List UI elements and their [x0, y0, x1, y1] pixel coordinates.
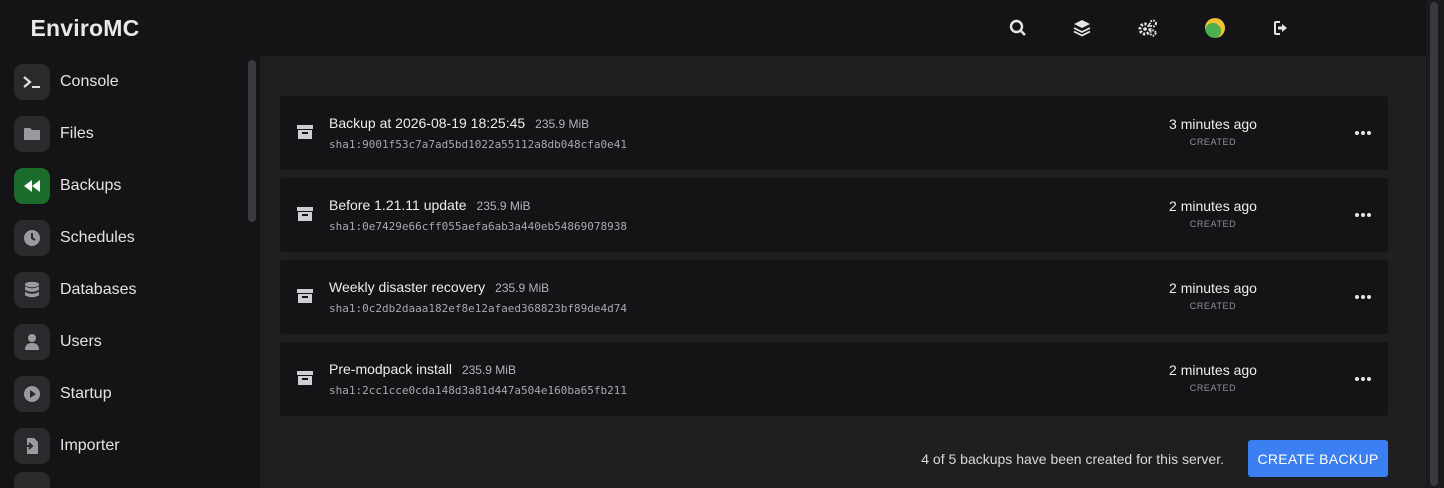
- sidebar-item-label: Schedules: [60, 229, 135, 246]
- backup-time: 2 minutes ago: [1169, 362, 1257, 378]
- sidebar-scrollbar[interactable]: [248, 60, 256, 222]
- app-title[interactable]: EnviroMC: [0, 0, 366, 56]
- backup-hash: sha1:9001f53c7a7ad5bd1022a55112a8db048cf…: [329, 138, 628, 151]
- user-icon: [14, 324, 50, 360]
- backup-created: 2 minutes ago CREATED: [1153, 362, 1273, 393]
- more-options-icon[interactable]: [1354, 370, 1372, 388]
- backup-time: 3 minutes ago: [1169, 116, 1257, 132]
- sidebar-item-schedules[interactable]: Schedules: [14, 212, 244, 264]
- create-backup-button[interactable]: CREATE BACKUP: [1248, 440, 1388, 477]
- search-icon[interactable]: [1007, 17, 1029, 39]
- backup-size: 235.9 MiB: [495, 281, 550, 295]
- sidebar-item-files[interactable]: Files: [14, 108, 244, 160]
- backup-name: Pre-modpack install 235.9 MiB: [329, 361, 516, 377]
- sidebar-item-icon: [14, 472, 50, 488]
- backup-hash: sha1:2cc1cce0cda148d3a81d447a504e160ba65…: [329, 384, 628, 397]
- backup-created: 2 minutes ago CREATED: [1153, 280, 1273, 311]
- sidebar-item-users[interactable]: Users: [14, 316, 244, 368]
- backup-size: 235.9 MiB: [535, 117, 590, 131]
- play-icon: [14, 376, 50, 412]
- backup-created: 3 minutes ago CREATED: [1153, 116, 1273, 147]
- gears-icon[interactable]: [1137, 17, 1159, 39]
- backup-hash: sha1:0e7429e66cff055aefa6ab3a440eb548690…: [329, 220, 628, 233]
- backup-name: Weekly disaster recovery 235.9 MiB: [329, 279, 550, 295]
- archive-icon: [296, 205, 314, 223]
- sidebar-nav: Console Files Backups Schedules Database…: [14, 56, 244, 488]
- backup-created: 2 minutes ago CREATED: [1153, 198, 1273, 229]
- backup-time: 2 minutes ago: [1169, 198, 1257, 214]
- backup-name: Backup at 2026-08-19 18:25:45 235.9 MiB: [329, 115, 590, 131]
- sidebar-item-label: Console: [60, 73, 119, 90]
- backup-status: CREATED: [1189, 137, 1237, 147]
- terminal-icon: [14, 64, 50, 100]
- sidebar-item-databases[interactable]: Databases: [14, 264, 244, 316]
- sidebar-item-label: Databases: [60, 281, 137, 298]
- more-options-icon[interactable]: [1354, 206, 1372, 224]
- backup-count-text: 4 of 5 backups have been created for thi…: [921, 451, 1224, 467]
- backup-size: 235.9 MiB: [476, 199, 531, 213]
- rewind-icon: [14, 168, 50, 204]
- archive-icon: [296, 287, 314, 305]
- sidebar-item-importer[interactable]: Importer: [14, 420, 244, 472]
- more-options-icon[interactable]: [1354, 124, 1372, 142]
- clock-icon: [14, 220, 50, 256]
- backup-size: 235.9 MiB: [461, 363, 516, 377]
- sidebar-item-partial[interactable]: [14, 472, 244, 488]
- backup-row[interactable]: Backup at 2026-08-19 18:25:45 235.9 MiB s…: [280, 96, 1388, 170]
- logout-icon[interactable]: [1271, 17, 1293, 39]
- layers-icon[interactable]: [1071, 17, 1093, 39]
- backup-row[interactable]: Before 1.21.11 update 235.9 MiB sha1:0e74…: [280, 178, 1388, 252]
- archive-icon: [296, 123, 314, 141]
- backup-hash: sha1:0c2db2daaa182ef8e12afaed368823bf89d…: [329, 302, 628, 315]
- backup-status: CREATED: [1189, 301, 1237, 311]
- folder-icon: [14, 116, 50, 152]
- more-options-icon[interactable]: [1354, 288, 1372, 306]
- database-icon: [14, 272, 50, 308]
- sidebar-item-startup[interactable]: Startup: [14, 368, 244, 420]
- sidebar: Console Files Backups Schedules Database…: [0, 0, 260, 488]
- avatar-image: [1205, 18, 1225, 38]
- backup-status: CREATED: [1189, 383, 1237, 393]
- sidebar-item-label: Startup: [60, 385, 112, 402]
- import-icon: [14, 428, 50, 464]
- sidebar-item-backups[interactable]: Backups: [14, 160, 244, 212]
- backup-status: CREATED: [1189, 219, 1237, 229]
- top-bar: [260, 0, 1426, 56]
- page-scrollbar-thumb[interactable]: [1430, 2, 1438, 486]
- sidebar-item-label: Importer: [60, 437, 120, 454]
- sidebar-item-console[interactable]: Console: [14, 56, 244, 108]
- backup-row[interactable]: Weekly disaster recovery 235.9 MiB sha1:0…: [280, 260, 1388, 334]
- avatar[interactable]: [1204, 17, 1226, 39]
- sidebar-item-label: Backups: [60, 177, 122, 194]
- backup-name: Before 1.21.11 update 235.9 MiB: [329, 197, 531, 213]
- sidebar-item-label: Files: [60, 125, 94, 142]
- backup-row[interactable]: Pre-modpack install 235.9 MiB sha1:2cc1cc…: [280, 342, 1388, 416]
- sidebar-item-label: Users: [60, 333, 102, 350]
- archive-icon: [296, 369, 314, 387]
- backup-time: 2 minutes ago: [1169, 280, 1257, 296]
